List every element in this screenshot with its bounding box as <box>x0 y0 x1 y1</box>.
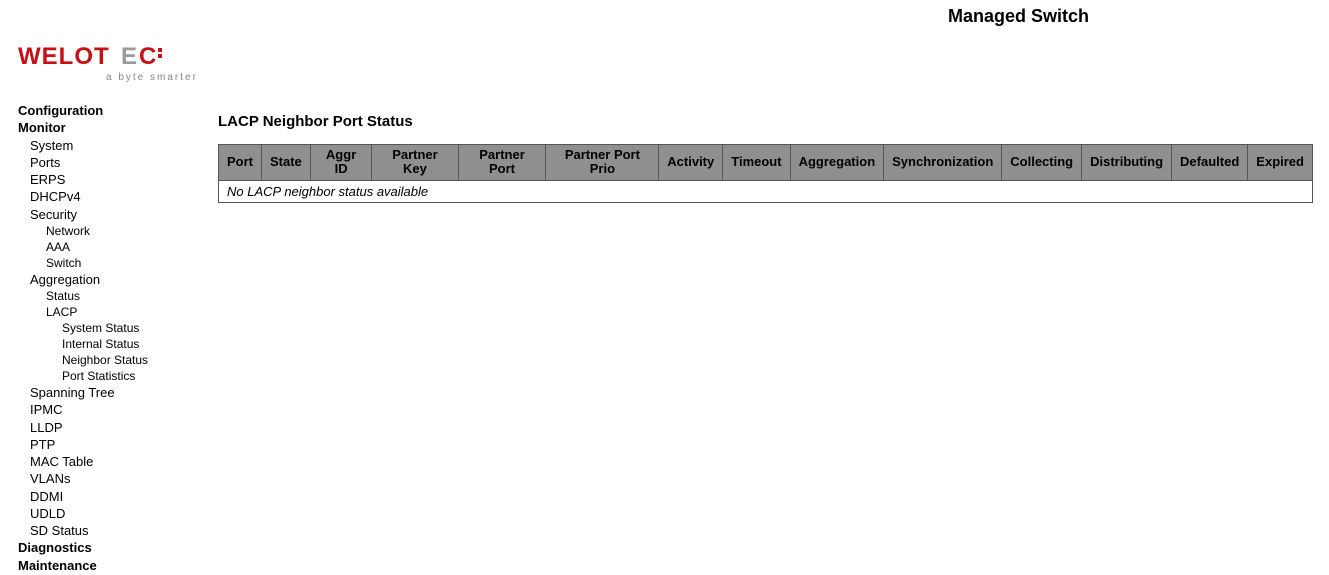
col-port: Port <box>219 145 262 181</box>
col-expired: Expired <box>1248 145 1313 181</box>
sidebar-sub2-port-statistics[interactable]: Port Statistics <box>18 369 218 384</box>
sidebar-item-dhcpv4[interactable]: DHCPv4 <box>18 189 218 205</box>
sidebar-item-configuration[interactable]: Configuration <box>18 103 218 119</box>
sidebar: Configuration Monitor System Ports ERPS … <box>0 83 218 575</box>
svg-text:E: E <box>121 43 138 70</box>
lacp-neighbor-table: Port State Aggr ID Partner Key Partner P… <box>218 144 1313 203</box>
sidebar-item-ports[interactable]: Ports <box>18 155 218 171</box>
sidebar-item-system[interactable]: System <box>18 138 218 154</box>
brand-logo: WELOT E C a byte smarter <box>0 28 1329 83</box>
col-distributing: Distributing <box>1082 145 1172 181</box>
col-partner-port: Partner Port <box>458 145 546 181</box>
sidebar-item-lldp[interactable]: LLDP <box>18 420 218 436</box>
col-activity: Activity <box>659 145 723 181</box>
sidebar-item-ddmi[interactable]: DDMI <box>18 489 218 505</box>
sidebar-item-ptp[interactable]: PTP <box>18 437 218 453</box>
sidebar-item-erps[interactable]: ERPS <box>18 172 218 188</box>
svg-text:C: C <box>139 43 157 70</box>
sidebar-item-aggregation[interactable]: Aggregation <box>18 272 218 288</box>
sidebar-item-diagnostics[interactable]: Diagnostics <box>18 540 218 556</box>
col-aggregation: Aggregation <box>790 145 884 181</box>
col-partner-key: Partner Key <box>372 145 458 181</box>
sidebar-sub2-neighbor-status[interactable]: Neighbor Status <box>18 353 218 368</box>
page-title: LACP Neighbor Port Status <box>218 113 1313 130</box>
sidebar-sub-network[interactable]: Network <box>18 224 218 239</box>
main-content: LACP Neighbor Port Status Port State Agg… <box>218 83 1329 203</box>
sidebar-item-sd-status[interactable]: SD Status <box>18 523 218 539</box>
sidebar-item-ipmc[interactable]: IPMC <box>18 402 218 418</box>
sidebar-sub2-system-status[interactable]: System Status <box>18 321 218 336</box>
sidebar-item-spanning-tree[interactable]: Spanning Tree <box>18 385 218 401</box>
sidebar-item-mac-table[interactable]: MAC Table <box>18 454 218 470</box>
col-state: State <box>262 145 311 181</box>
sidebar-sub2-internal-status[interactable]: Internal Status <box>18 337 218 352</box>
sidebar-item-monitor[interactable]: Monitor <box>18 120 218 136</box>
svg-text:WELOT: WELOT <box>18 43 110 70</box>
table-header-row: Port State Aggr ID Partner Key Partner P… <box>219 145 1313 181</box>
sidebar-sub-lacp[interactable]: LACP <box>18 305 218 320</box>
sidebar-sub-agg-status[interactable]: Status <box>18 289 218 304</box>
sidebar-item-udld[interactable]: UDLD <box>18 506 218 522</box>
sidebar-item-security[interactable]: Security <box>18 207 218 223</box>
table-empty-row: No LACP neighbor status available <box>219 180 1313 202</box>
col-timeout: Timeout <box>723 145 790 181</box>
col-synchronization: Synchronization <box>884 145 1002 181</box>
col-defaulted: Defaulted <box>1172 145 1248 181</box>
col-partner-port-prio: Partner Port Prio <box>546 145 659 181</box>
col-collecting: Collecting <box>1002 145 1082 181</box>
sidebar-sub-switch[interactable]: Switch <box>18 256 218 271</box>
table-empty-message: No LACP neighbor status available <box>219 180 1313 202</box>
sidebar-sub-aaa[interactable]: AAA <box>18 240 218 255</box>
app-title: Managed Switch <box>948 6 1089 27</box>
sidebar-item-maintenance[interactable]: Maintenance <box>18 558 218 574</box>
brand-tagline: a byte smarter <box>106 72 1329 83</box>
sidebar-item-vlans[interactable]: VLANs <box>18 471 218 487</box>
col-aggr-id: Aggr ID <box>310 145 372 181</box>
